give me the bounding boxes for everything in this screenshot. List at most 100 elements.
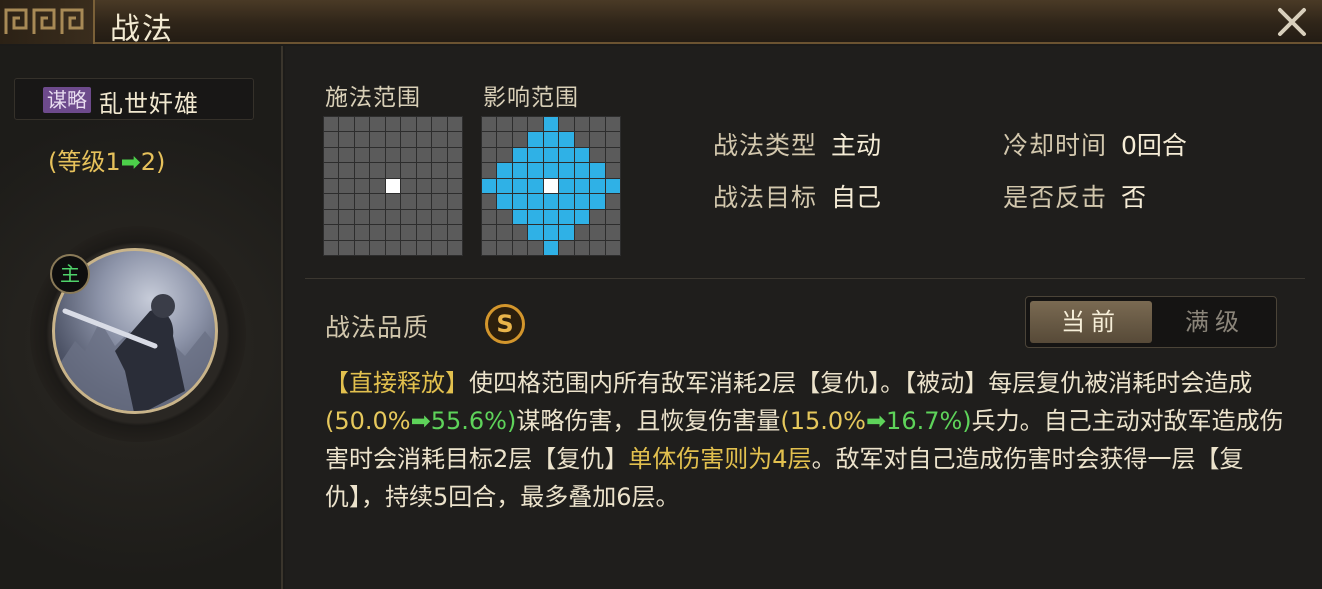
desc-highlight: 单体伤害则为4层	[628, 445, 812, 473]
upgrade-arrow-icon: ➡	[410, 407, 431, 435]
grid-cell	[590, 132, 605, 147]
grid-cell	[543, 209, 559, 225]
grid-cell	[528, 178, 543, 194]
grid-cell	[528, 194, 543, 209]
grid-cell	[370, 117, 385, 132]
grid-cell	[590, 240, 605, 255]
grid-cell	[574, 178, 590, 194]
grid-cell	[512, 194, 528, 209]
skill-name: 乱世奸雄	[99, 90, 199, 118]
grid-cell	[324, 240, 339, 255]
toggle-current[interactable]: 当前	[1030, 301, 1152, 343]
grid-cell	[447, 163, 462, 178]
desc-tag-direct: 【直接释放】	[325, 369, 469, 397]
grid-cell	[324, 117, 339, 132]
grid-cell	[574, 225, 590, 240]
grid-cell	[339, 117, 354, 132]
grid-cell	[447, 225, 462, 240]
grid-cell	[543, 225, 559, 240]
info-target: 战法目标 自己	[713, 178, 881, 214]
grid-cell	[432, 147, 447, 163]
skill-category-tag: 谋略	[43, 87, 91, 113]
info-cooldown-key: 冷却时间	[1003, 131, 1108, 160]
grid-cell	[401, 147, 416, 163]
grid-cell	[401, 240, 416, 255]
grid-cell	[482, 147, 497, 163]
grid-cell	[432, 178, 447, 194]
grid-cell	[482, 209, 497, 225]
close-x-icon[interactable]	[1272, 2, 1312, 42]
grid-cell	[354, 225, 370, 240]
grid-cell	[528, 132, 543, 147]
info-counter: 是否反击否	[1003, 178, 1146, 214]
grid-cell	[401, 225, 416, 240]
grid-cell	[385, 209, 401, 225]
grid-cell	[339, 225, 354, 240]
grid-cell	[482, 178, 497, 194]
grid-cell	[574, 163, 590, 178]
grid-cell	[512, 225, 528, 240]
skill-name-box: 谋略 乱世奸雄	[14, 78, 254, 120]
grid-cell	[385, 117, 401, 132]
info-target-key: 战法目标	[713, 183, 818, 212]
grid-cell	[354, 209, 370, 225]
window-title: 战法	[110, 12, 174, 47]
level-arrow-icon: ➡	[120, 148, 141, 176]
grid-cell	[528, 163, 543, 178]
grid-cell	[432, 163, 447, 178]
grid-cell	[528, 225, 543, 240]
grid-cell	[416, 240, 432, 255]
grid-cell	[590, 225, 605, 240]
grid-cell	[354, 147, 370, 163]
effect-range-grid	[481, 116, 621, 256]
grid-cell	[447, 178, 462, 194]
grid-cell	[354, 132, 370, 147]
grid-cell	[528, 117, 543, 132]
desc-value-to: 16.7%)	[886, 407, 972, 435]
grid-cell	[590, 163, 605, 178]
grid-cell	[416, 194, 432, 209]
grid-cell	[528, 240, 543, 255]
grid-cell	[324, 194, 339, 209]
grid-cell	[605, 225, 620, 240]
grid-cell	[590, 194, 605, 209]
grid-cell	[370, 147, 385, 163]
desc-part: 谋略伤害，且恢复伤害量	[516, 407, 781, 435]
grid-cell	[385, 194, 401, 209]
grid-cell	[559, 117, 574, 132]
grid-cell	[574, 147, 590, 163]
grid-cell	[354, 240, 370, 255]
grid-cell	[605, 178, 620, 194]
grid-cell	[401, 132, 416, 147]
grid-cell	[447, 194, 462, 209]
grid-cell	[432, 209, 447, 225]
meander-ornament-icon	[0, 0, 95, 44]
grid-cell	[339, 240, 354, 255]
grid-cell	[543, 163, 559, 178]
skill-summary-panel: 谋略 乱世奸雄 (等级1➡2) 主	[0, 46, 283, 589]
level-from: 1	[105, 148, 121, 176]
grid-cell	[385, 132, 401, 147]
grid-cell	[574, 117, 590, 132]
grid-cell	[482, 132, 497, 147]
cast-range-label: 施法范围	[325, 85, 421, 111]
grid-cell	[605, 163, 620, 178]
grid-cell	[370, 178, 385, 194]
info-target-value: 自己	[831, 183, 882, 212]
grid-cell	[370, 132, 385, 147]
grid-cell	[497, 240, 512, 255]
upgrade-arrow-icon: ➡	[865, 407, 887, 435]
grid-cell	[512, 147, 528, 163]
grid-cell	[447, 132, 462, 147]
toggle-max-level[interactable]: 满级	[1154, 301, 1276, 343]
grid-cell	[324, 147, 339, 163]
main-general-badge: 主	[50, 254, 90, 294]
grid-cell	[512, 132, 528, 147]
grid-cell	[385, 147, 401, 163]
close-button[interactable]	[1272, 2, 1312, 42]
title-bar: 战法	[0, 0, 1322, 47]
grid-cell	[605, 117, 620, 132]
desc-value-from: (50.0%	[325, 407, 411, 435]
grid-cell	[324, 132, 339, 147]
grid-cell	[497, 225, 512, 240]
